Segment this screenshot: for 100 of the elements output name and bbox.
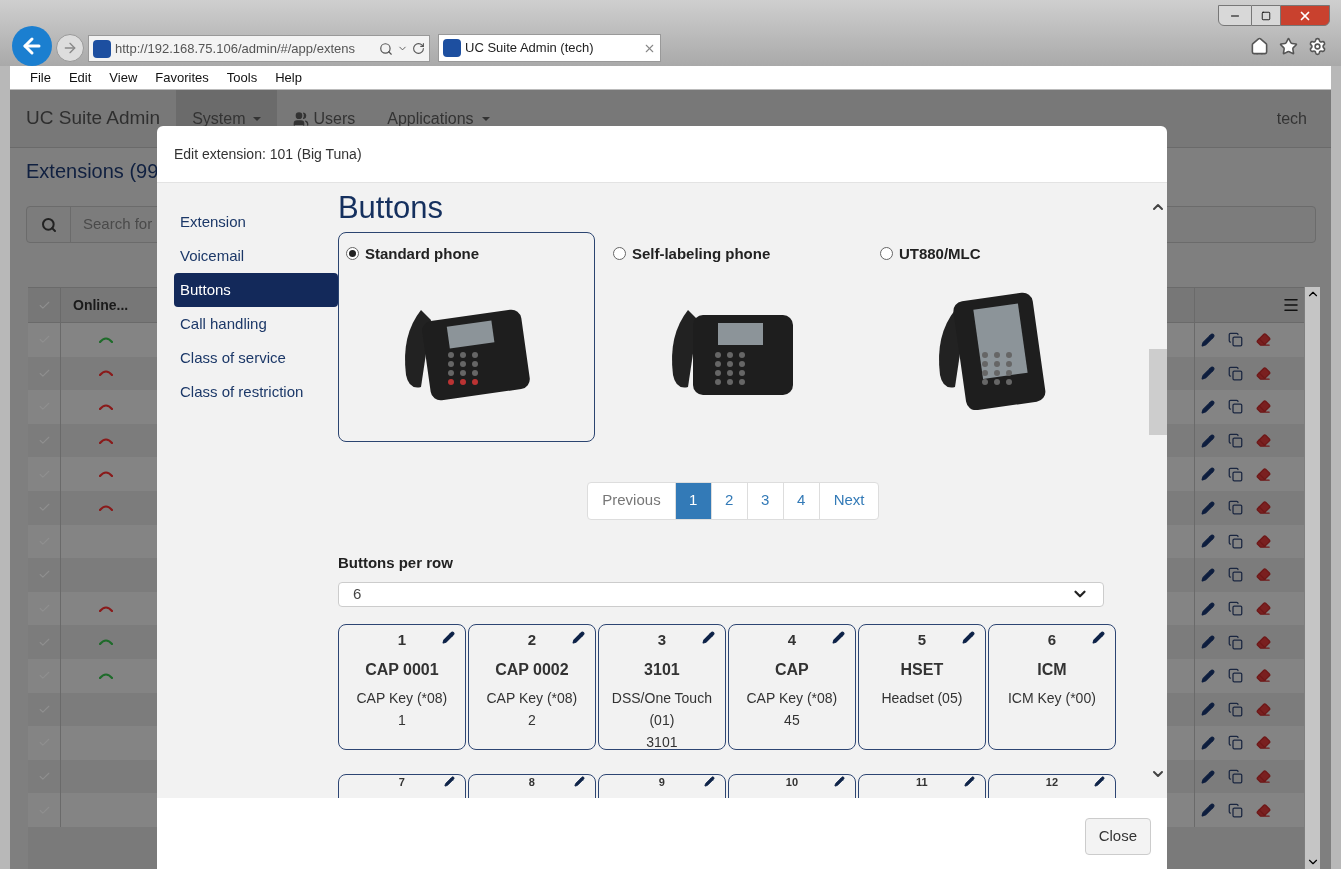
copy-icon[interactable]	[1228, 399, 1243, 415]
copy-icon[interactable]	[1228, 365, 1243, 381]
copy-icon[interactable]	[1228, 533, 1243, 549]
key-card[interactable]: 1 CAP 0001 CAP Key (*08) 1	[337, 623, 466, 750]
copy-icon[interactable]	[1228, 634, 1243, 650]
copy-icon[interactable]	[1228, 332, 1243, 348]
eraser-icon[interactable]	[1256, 500, 1271, 516]
home-icon[interactable]	[1250, 37, 1269, 56]
key-card[interactable]: 11	[857, 773, 986, 798]
copy-icon[interactable]	[1228, 701, 1243, 717]
eraser-icon[interactable]	[1256, 533, 1271, 549]
eraser-icon[interactable]	[1256, 433, 1271, 449]
next-button[interactable]: Next	[818, 481, 880, 520]
star-icon[interactable]	[1279, 37, 1298, 56]
key-card[interactable]: 9	[597, 773, 726, 798]
radio-button[interactable]	[612, 247, 626, 261]
pencil-icon[interactable]	[833, 775, 845, 787]
sidebar-item[interactable]: Extension	[174, 205, 338, 239]
pencil-icon[interactable]	[701, 630, 715, 644]
column-header[interactable]: Online...	[61, 288, 151, 322]
key-type: CAP Key (*08)	[745, 689, 839, 708]
sidebar-item[interactable]: Voicemail	[174, 239, 338, 273]
maximize-button[interactable]	[1252, 5, 1280, 26]
minimize-button[interactable]	[1218, 5, 1252, 26]
key-card[interactable]: 8	[467, 773, 596, 798]
address-bar[interactable]: http://192.168.75.106/admin/#/app/extens	[88, 35, 430, 62]
phone-type-option[interactable]: Self-labeling phone	[604, 231, 862, 442]
copy-icon[interactable]	[1228, 500, 1243, 516]
sidebar-item[interactable]: Buttons	[174, 273, 338, 307]
key-card[interactable]: 5 HSET Headset (05)	[857, 623, 986, 750]
search-icon	[40, 216, 57, 233]
pencil-icon[interactable]	[441, 630, 455, 644]
settings-icon[interactable]	[1308, 37, 1327, 56]
pencil-icon[interactable]	[571, 630, 585, 644]
buttons-per-row-select[interactable]: 6	[337, 582, 1104, 607]
users-icon	[293, 110, 310, 127]
pencil-icon[interactable]	[703, 775, 715, 787]
key-card[interactable]: 6 ICM ICM Key (*00)	[987, 623, 1116, 750]
phone-type-option[interactable]: Standard phone	[337, 231, 595, 442]
close-window-button[interactable]	[1280, 5, 1330, 26]
key-card[interactable]: 2 CAP 0002 CAP Key (*08) 2	[467, 623, 596, 750]
menu-item[interactable]: Favorites	[155, 67, 209, 88]
pencil-icon[interactable]	[831, 630, 845, 644]
copy-icon[interactable]	[1228, 802, 1243, 818]
sidebar-item[interactable]: Class of restriction	[174, 375, 338, 409]
key-card[interactable]: 7	[337, 773, 466, 798]
scroll-thumb[interactable]	[1148, 349, 1167, 435]
sidebar-item[interactable]: Call handling	[174, 307, 338, 341]
menu-item[interactable]: Help	[275, 67, 302, 88]
key-card[interactable]: 10	[727, 773, 856, 798]
copy-icon[interactable]	[1228, 466, 1243, 482]
eraser-icon[interactable]	[1256, 634, 1271, 650]
pencil-icon[interactable]	[963, 775, 975, 787]
eraser-icon[interactable]	[1256, 802, 1271, 818]
copy-icon[interactable]	[1228, 769, 1243, 784]
copy-icon[interactable]	[1228, 668, 1243, 684]
pencil-icon[interactable]	[573, 775, 585, 787]
pencil-icon[interactable]	[1093, 775, 1105, 787]
eraser-icon[interactable]	[1256, 365, 1271, 381]
previous-button[interactable]: Previous	[587, 481, 676, 520]
close-button[interactable]: Close	[1084, 818, 1151, 855]
key-card[interactable]: 3 3101 DSS/One Touch (01) 3101	[597, 623, 726, 750]
pencil-icon[interactable]	[443, 775, 455, 787]
eraser-icon[interactable]	[1256, 567, 1271, 583]
radio-button[interactable]	[345, 247, 359, 261]
back-button[interactable]	[12, 26, 52, 66]
key-name: CAP	[775, 660, 809, 680]
eraser-icon[interactable]	[1256, 701, 1271, 717]
page-button[interactable]: 1	[674, 481, 712, 520]
page-button[interactable]: 2	[710, 481, 748, 520]
eraser-icon[interactable]	[1256, 466, 1271, 482]
key-card[interactable]: 4 CAP CAP Key (*08) 45	[727, 623, 856, 750]
eraser-icon[interactable]	[1256, 399, 1271, 415]
menu-item[interactable]: File	[30, 67, 51, 88]
menu-icon[interactable]	[1282, 296, 1300, 314]
pencil-icon[interactable]	[961, 630, 975, 644]
menu-item[interactable]: Edit	[68, 67, 92, 88]
page-button[interactable]: 3	[746, 481, 784, 520]
radio-button[interactable]	[879, 247, 893, 261]
scrollbar[interactable]	[1305, 287, 1320, 869]
key-card[interactable]: 12	[987, 773, 1116, 798]
menu-item[interactable]: Tools	[226, 67, 258, 88]
sidebar-item[interactable]: Class of service	[174, 341, 338, 375]
eraser-icon[interactable]	[1256, 769, 1271, 784]
page-button[interactable]: 4	[782, 481, 820, 520]
eraser-icon[interactable]	[1256, 668, 1271, 684]
eraser-icon[interactable]	[1256, 735, 1271, 751]
pencil-icon[interactable]	[1091, 630, 1105, 644]
eraser-icon[interactable]	[1256, 601, 1271, 617]
browser-tab[interactable]: UC Suite Admin (tech)	[438, 34, 661, 62]
copy-icon[interactable]	[1228, 735, 1243, 751]
menu-item[interactable]: View	[109, 67, 138, 88]
search-icon[interactable]	[379, 41, 393, 56]
copy-icon[interactable]	[1228, 567, 1243, 583]
copy-icon[interactable]	[1228, 601, 1243, 617]
eraser-icon[interactable]	[1256, 332, 1271, 348]
copy-icon[interactable]	[1228, 433, 1243, 449]
refresh-icon[interactable]	[412, 42, 425, 55]
phone-type-option[interactable]: UT880/MLC	[871, 231, 1129, 442]
key-type: Headset (05)	[880, 689, 964, 708]
